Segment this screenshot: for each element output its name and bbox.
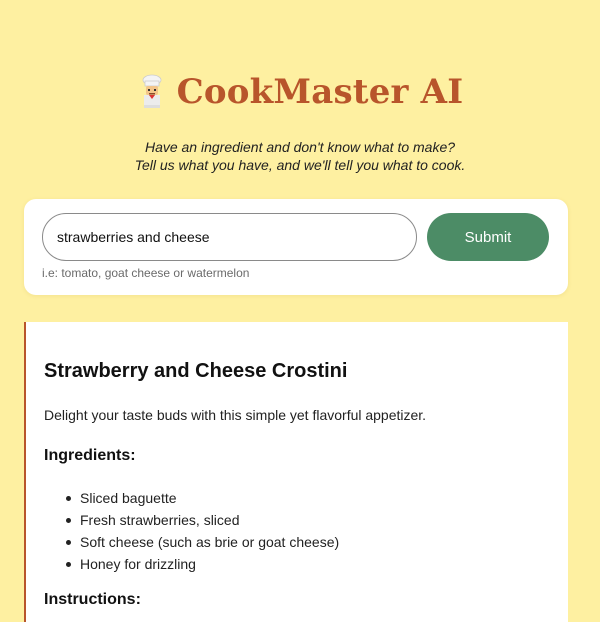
recipe-card: Strawberry and Cheese Crostini Delight y…	[24, 322, 568, 622]
ingredient-item: Honey for drizzling	[66, 553, 548, 575]
chef-icon	[142, 74, 162, 108]
tagline: Have an ingredient and don't know what t…	[0, 138, 600, 174]
app-title: CookMaster AI	[176, 72, 464, 112]
tagline-line-2: Tell us what you have, and we'll tell yo…	[134, 157, 466, 173]
input-hint: i.e: tomato, goat cheese or watermelon	[42, 266, 250, 280]
submit-button[interactable]: Submit	[427, 213, 549, 261]
ingredients-list: Sliced baguette Fresh strawberries, slic…	[44, 487, 548, 575]
tagline-line-1: Have an ingredient and don't know what t…	[144, 139, 456, 155]
recipe-title: Strawberry and Cheese Crostini	[44, 360, 348, 382]
ingredient-item: Sliced baguette	[66, 487, 548, 509]
ingredient-item: Fresh strawberries, sliced	[66, 509, 548, 531]
ingredients-heading: Ingredients:	[44, 447, 136, 464]
app-header: CookMaster AI	[0, 72, 600, 112]
recipe-description: Delight your taste buds with this simple…	[44, 407, 427, 423]
search-card: Submit i.e: tomato, goat cheese or water…	[24, 199, 568, 295]
ingredient-input[interactable]	[42, 213, 417, 261]
instructions-heading: Instructions:	[44, 591, 141, 608]
ingredient-item: Soft cheese (such as brie or goat cheese…	[66, 531, 548, 553]
